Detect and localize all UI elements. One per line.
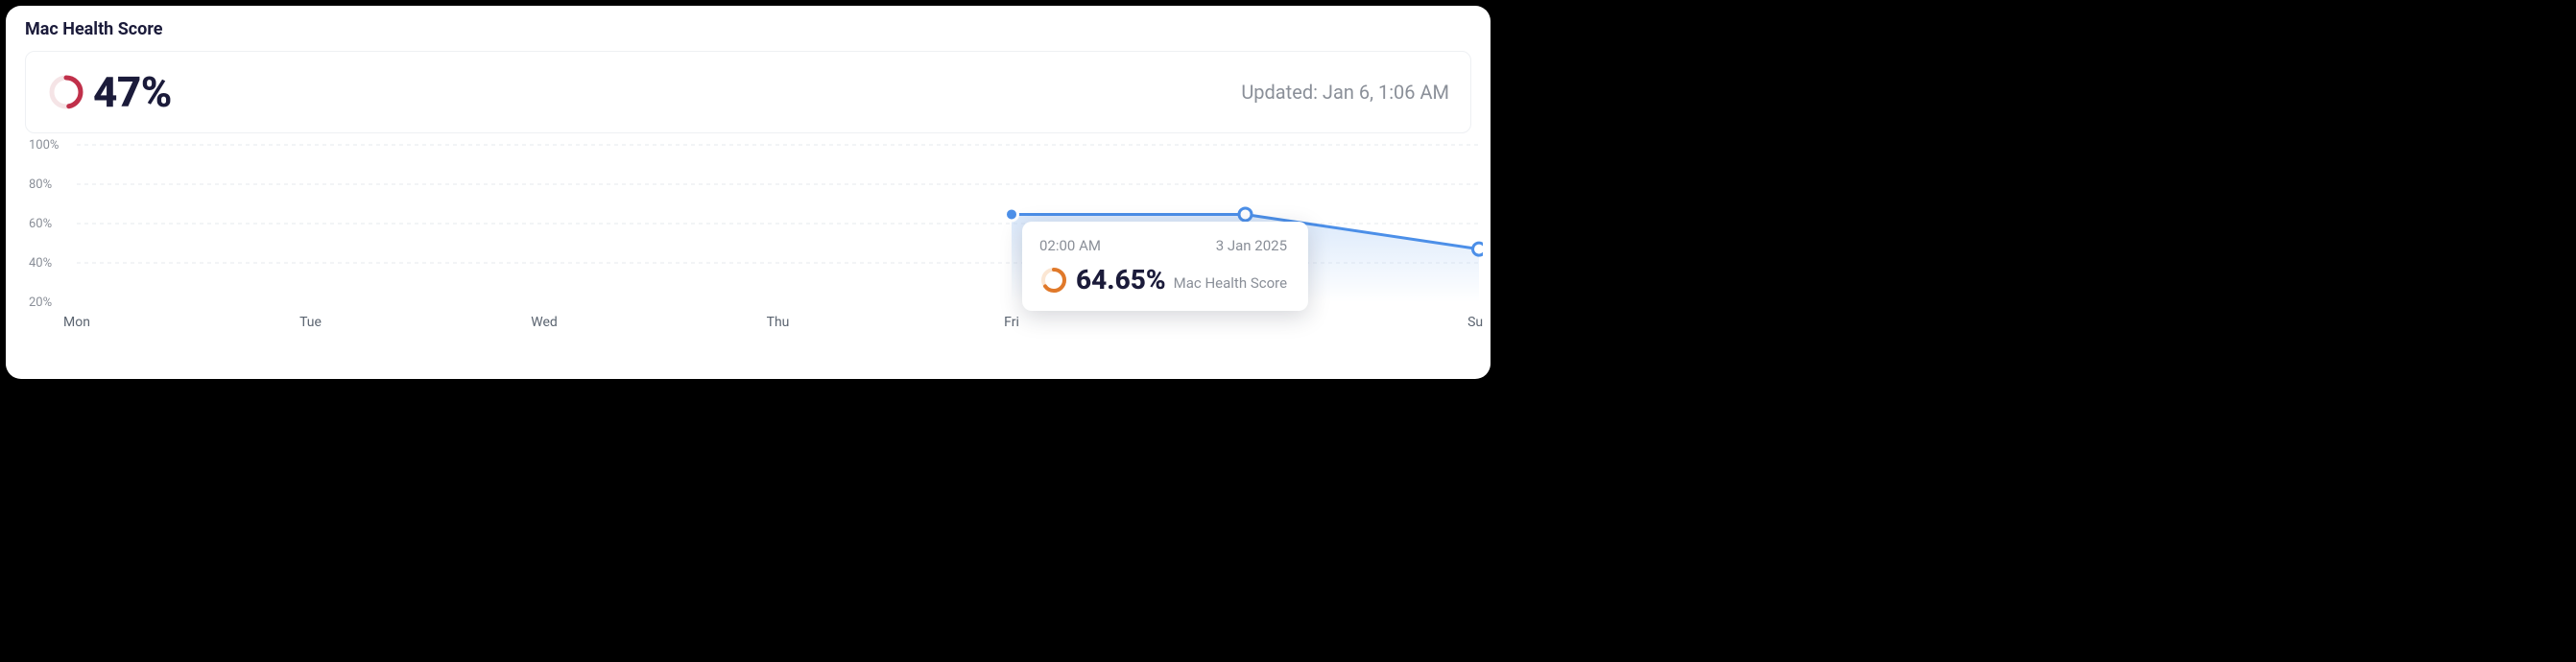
x-tick-label: Mon [63, 315, 90, 330]
x-tick-label: Sun [1467, 315, 1483, 330]
tooltip-body: 64.65% Mac Health Score [1039, 264, 1287, 296]
tooltip-gauge-icon [1039, 266, 1068, 295]
y-tick-label: 80% [29, 177, 52, 192]
data-point-selected[interactable] [1006, 208, 1018, 221]
y-tick-label: 40% [29, 256, 52, 271]
x-tick-label: Wed [531, 315, 558, 330]
y-tick-label: 20% [29, 296, 52, 310]
x-tick-label: Tue [299, 315, 322, 330]
data-point[interactable] [1473, 243, 1484, 255]
x-tick-label: Thu [767, 315, 790, 330]
y-tick-label: 100% [29, 139, 59, 153]
tooltip-value: 64.65% [1076, 264, 1166, 296]
chart-area: 100%80%60%40%20%MonTueWedThuFriSun 02:00… [25, 139, 1471, 341]
y-tick-label: 60% [29, 217, 52, 231]
card-title: Mac Health Score [25, 19, 1471, 39]
tooltip-header: 02:00 AM 3 Jan 2025 [1039, 237, 1287, 254]
gauge-icon [47, 73, 85, 111]
tooltip-label: Mac Health Score [1174, 274, 1287, 296]
updated-text: Updated: Jan 6, 1:06 AM [1241, 81, 1449, 104]
health-score-card: Mac Health Score 47% Updated: Jan 6, 1:0… [6, 6, 1491, 379]
summary-box: 47% Updated: Jan 6, 1:06 AM [25, 51, 1471, 133]
tooltip-time: 02:00 AM [1039, 237, 1101, 254]
x-tick-label: Fri [1004, 315, 1019, 330]
tooltip-date: 3 Jan 2025 [1216, 237, 1287, 254]
data-point[interactable] [1239, 208, 1252, 221]
summary-left: 47% [47, 67, 172, 117]
chart-tooltip: 02:00 AM 3 Jan 2025 64.65% Mac Health Sc… [1022, 222, 1308, 311]
score-value: 47% [93, 67, 172, 117]
